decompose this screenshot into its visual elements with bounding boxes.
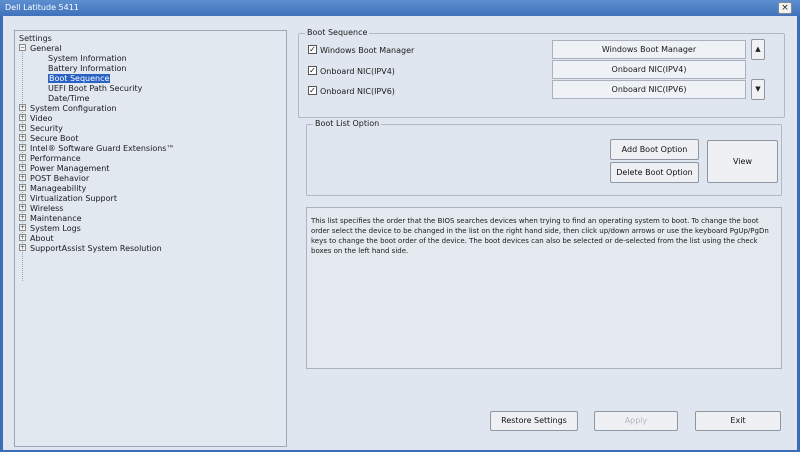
expand-icon[interactable]: +: [19, 144, 26, 151]
tree-item-system-information[interactable]: System Information: [19, 54, 286, 64]
tree-item-system-logs[interactable]: + System Logs: [19, 224, 286, 234]
window-titlebar: Dell Latitude 5411 ×: [0, 0, 800, 16]
tree-item-general[interactable]: − General: [19, 44, 286, 54]
tree-item-virtualization-support[interactable]: + Virtualization Support: [19, 194, 286, 204]
checkbox-onboard-nic-ipv6[interactable]: ✓: [308, 86, 317, 95]
tree-item-video[interactable]: + Video: [19, 114, 286, 124]
tree-item-wireless[interactable]: + Wireless: [19, 204, 286, 214]
restore-settings-button[interactable]: Restore Settings: [490, 411, 578, 431]
expand-icon[interactable]: +: [19, 184, 26, 191]
exit-button[interactable]: Exit: [695, 411, 781, 431]
tree-item-battery-information[interactable]: Battery Information: [19, 64, 286, 74]
add-boot-option-button[interactable]: Add Boot Option: [610, 139, 699, 160]
settings-tree[interactable]: Settings − General System Information Bat…: [14, 30, 287, 447]
tree-item-supportassist[interactable]: + SupportAssist System Resolution: [19, 244, 286, 254]
tree-item-power-management[interactable]: + Power Management: [19, 164, 286, 174]
boot-sequence-title: Boot Sequence: [305, 28, 370, 38]
boot-order-item-2[interactable]: Onboard NIC(IPV4): [552, 60, 746, 79]
help-description: This list specifies the order that the B…: [306, 207, 782, 369]
close-button[interactable]: ×: [778, 2, 792, 14]
tree-root-settings: Settings: [19, 34, 52, 43]
window-client: Settings − General System Information Bat…: [3, 16, 797, 450]
window-title: Dell Latitude 5411: [5, 3, 79, 12]
tree-item-about[interactable]: + About: [19, 234, 286, 244]
tree-item-uefi-boot-path-security[interactable]: UEFI Boot Path Security: [19, 84, 286, 94]
expand-icon[interactable]: +: [19, 194, 26, 201]
tree-item-performance[interactable]: + Performance: [19, 154, 286, 164]
delete-boot-option-button[interactable]: Delete Boot Option: [610, 162, 699, 183]
tree-item-manageability[interactable]: + Manageability: [19, 184, 286, 194]
boot-option-onboard-nic-ipv6[interactable]: ✓ Onboard NIC(IPV6): [308, 86, 395, 98]
expand-icon[interactable]: +: [19, 104, 26, 111]
expand-icon[interactable]: +: [19, 134, 26, 141]
boot-order-item-3[interactable]: Onboard NIC(IPV6): [552, 80, 746, 99]
checkbox-windows-boot-manager[interactable]: ✓: [308, 45, 317, 54]
apply-button[interactable]: Apply: [594, 411, 678, 431]
boot-option-onboard-nic-ipv4[interactable]: ✓ Onboard NIC(IPV4): [308, 66, 395, 78]
tree-item-security[interactable]: + Security: [19, 124, 286, 134]
tree-item-intel-sgx[interactable]: + Intel® Software Guard Extensions™: [19, 144, 286, 154]
boot-order-item-1[interactable]: Windows Boot Manager: [552, 40, 746, 59]
expand-icon[interactable]: +: [19, 174, 26, 181]
expand-icon[interactable]: +: [19, 234, 26, 241]
tree-item-secure-boot[interactable]: + Secure Boot: [19, 134, 286, 144]
tree-item-maintenance[interactable]: + Maintenance: [19, 214, 286, 224]
expand-icon[interactable]: +: [19, 244, 26, 251]
move-up-button[interactable]: ▲: [751, 39, 765, 60]
tree-item-system-configuration[interactable]: + System Configuration: [19, 104, 286, 114]
expand-icon[interactable]: +: [19, 214, 26, 221]
collapse-icon[interactable]: −: [19, 44, 26, 51]
expand-icon[interactable]: +: [19, 224, 26, 231]
boot-list-option-title: Boot List Option: [313, 119, 382, 129]
view-button[interactable]: View: [707, 140, 778, 183]
move-down-button[interactable]: ▼: [751, 79, 765, 100]
expand-icon[interactable]: +: [19, 114, 26, 121]
expand-icon[interactable]: +: [19, 154, 26, 161]
help-text: This list specifies the order that the B…: [311, 217, 769, 255]
boot-option-windows-boot-manager[interactable]: ✓ Windows Boot Manager: [308, 45, 414, 57]
tree-item-boot-sequence[interactable]: Boot Sequence: [19, 74, 286, 84]
arrow-up-icon: ▲: [755, 45, 761, 53]
tree-item-post-behavior[interactable]: + POST Behavior: [19, 174, 286, 184]
boot-sequence-group: Boot Sequence ✓ Windows Boot Manager ✓ Onb…: [298, 28, 785, 118]
arrow-down-icon: ▼: [755, 85, 761, 93]
expand-icon[interactable]: +: [19, 124, 26, 131]
expand-icon[interactable]: +: [19, 204, 26, 211]
checkbox-onboard-nic-ipv4[interactable]: ✓: [308, 66, 317, 75]
boot-list-option-group: Boot List Option Add Boot Option Delete …: [306, 119, 782, 196]
close-icon: ×: [781, 3, 789, 13]
tree-item-date-time[interactable]: Date/Time: [19, 94, 286, 104]
expand-icon[interactable]: +: [19, 164, 26, 171]
